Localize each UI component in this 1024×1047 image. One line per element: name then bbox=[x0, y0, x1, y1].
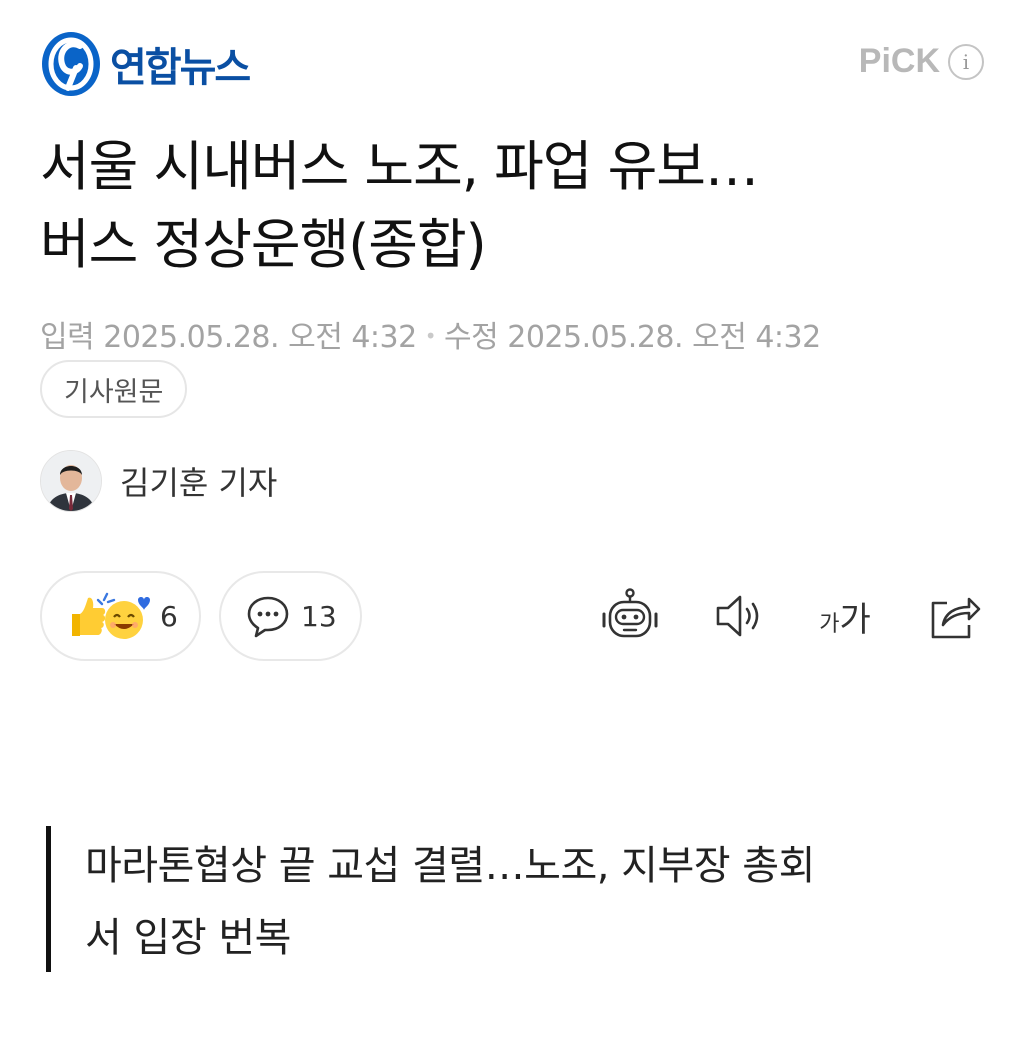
reporter-name: 김기훈 기자 bbox=[120, 464, 278, 502]
pick-badge[interactable]: PiCK i bbox=[859, 42, 984, 81]
title-line-1: 서울 시내버스 노조, 파업 유보… bbox=[40, 135, 759, 198]
font-size-large-glyph: 가 bbox=[839, 599, 871, 640]
input-label: 입력 bbox=[40, 320, 95, 355]
ai-bot-icon bbox=[602, 588, 658, 638]
header: 연합뉴스 PiCK i bbox=[40, 30, 984, 100]
modified-time: 2025.05.28. 오전 4:32 bbox=[507, 320, 821, 355]
reporter-avatar bbox=[40, 450, 102, 512]
speaker-icon bbox=[716, 595, 759, 637]
ai-summary-button[interactable] bbox=[600, 586, 660, 646]
yonhap-logo-icon bbox=[42, 32, 100, 96]
input-time: 2025.05.28. 오전 4:32 bbox=[103, 320, 417, 355]
reaction-button[interactable]: 6 bbox=[40, 571, 201, 661]
comment-count: 13 bbox=[301, 599, 337, 633]
font-size-icon: 가가 bbox=[819, 592, 871, 641]
summary-line-1: 마라톤협상 끝 교섭 결렬…노조, 지부장 총회 bbox=[85, 843, 815, 889]
article-summary: 마라톤협상 끝 교섭 결렬…노조, 지부장 총회 서 입장 번복 bbox=[46, 826, 971, 972]
summary-line-2: 서 입장 번복 bbox=[85, 915, 291, 961]
original-article-button[interactable]: 기사원문 bbox=[40, 360, 188, 418]
pick-label: PiCK bbox=[858, 42, 940, 80]
press-name: 연합뉴스 bbox=[110, 45, 251, 91]
article-page: 연합뉴스 PiCK i 서울 시내버스 노조, 파업 유보… 버스 정상운행(종… bbox=[0, 0, 1024, 1047]
text-to-speech-button[interactable] bbox=[708, 586, 768, 646]
press-logo[interactable]: 연합뉴스 bbox=[40, 30, 251, 98]
article-meta: 입력 2025.05.28. 오전 4:32 • 수정 2025.05.28. 오전… bbox=[40, 312, 821, 356]
font-size-small-glyph: 가 bbox=[819, 611, 840, 637]
info-icon[interactable]: i bbox=[948, 43, 984, 80]
share-button[interactable] bbox=[924, 586, 984, 646]
font-size-button[interactable]: 가가 bbox=[810, 586, 880, 646]
reaction-emoji-icon bbox=[72, 592, 150, 639]
title-line-2: 버스 정상운행(종합) bbox=[40, 213, 487, 276]
comment-icon bbox=[247, 596, 289, 638]
meta-separator: • bbox=[424, 324, 437, 348]
comment-button[interactable]: 13 bbox=[219, 571, 362, 661]
article-title: 서울 시내버스 노조, 파업 유보… 버스 정상운행(종합) bbox=[40, 128, 980, 284]
share-icon bbox=[931, 597, 981, 639]
reporter[interactable]: 김기훈 기자 bbox=[40, 450, 277, 512]
summary-text: 마라톤협상 끝 교섭 결렬…노조, 지부장 총회 서 입장 번복 bbox=[51, 826, 971, 974]
reaction-count: 6 bbox=[160, 599, 178, 633]
modified-label: 수정 bbox=[444, 320, 499, 355]
